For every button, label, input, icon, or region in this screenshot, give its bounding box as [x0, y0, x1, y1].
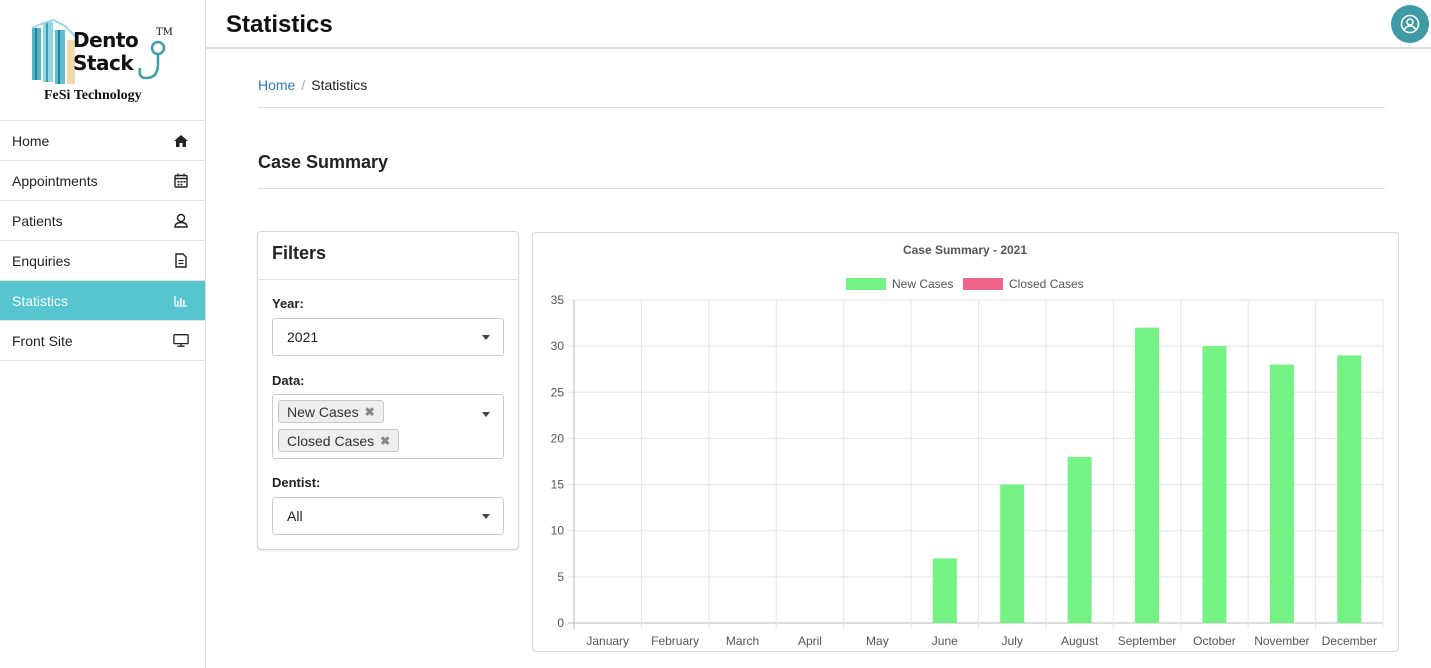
y-tick-label: 10: [551, 524, 565, 538]
sidebar-item-label: Home: [12, 132, 50, 149]
filters-title: Filters: [258, 232, 518, 280]
y-tick-label: 0: [557, 616, 564, 630]
remove-tag-icon[interactable]: ✖: [380, 434, 390, 448]
x-tick-label: July: [1002, 634, 1023, 648]
document-icon: [173, 253, 189, 269]
user-circle-icon: [1400, 14, 1420, 34]
logo-subtitle: FeSi Technology: [44, 88, 142, 103]
case-summary-chart: Case Summary - 2021 New Cases Closed Cases…: [532, 232, 1399, 652]
chart-bar: [932, 558, 957, 623]
dentist-select[interactable]: All: [272, 497, 504, 535]
x-tick-label: March: [726, 634, 759, 648]
year-select-value: 2021: [287, 329, 319, 345]
bar-chart-icon: [173, 293, 189, 309]
sidebar-item-patients[interactable]: Patients: [0, 201, 205, 241]
sidebar-item-appointments[interactable]: Appointments: [0, 161, 205, 201]
chevron-down-icon: [482, 412, 490, 417]
breadcrumb-home-link[interactable]: Home: [258, 77, 295, 93]
top-header: Statistics: [206, 0, 1431, 49]
breadcrumb-separator: /: [301, 77, 306, 93]
chevron-down-icon: [482, 514, 490, 519]
y-tick-label: 5: [557, 570, 564, 584]
data-tag-label: New Cases: [287, 403, 359, 420]
data-tag-label: Closed Cases: [287, 432, 375, 449]
logo-books-icon: [31, 18, 76, 84]
x-tick-label: November: [1254, 634, 1309, 648]
sidebar-item-label: Enquiries: [12, 252, 71, 269]
sidebar-item-enquiries[interactable]: Enquiries: [0, 241, 205, 281]
x-tick-label: December: [1322, 634, 1377, 648]
x-tick-label: February: [651, 634, 699, 648]
year-label: Year:: [272, 296, 304, 311]
section-title: Case Summary: [258, 152, 389, 172]
monitor-icon: [173, 333, 189, 349]
chevron-down-icon: [482, 335, 490, 340]
chart-bar: [1067, 456, 1092, 623]
breadcrumb: Home / Statistics: [258, 77, 367, 93]
dentist-select-value: All: [287, 508, 303, 524]
chart-bar: [1135, 327, 1160, 623]
filters-panel: Filters Year: 2021 Data: New Cases ✖ Clo…: [257, 231, 519, 550]
legend-swatch: [846, 278, 886, 290]
chart-title: Case Summary - 2021: [903, 243, 1027, 257]
data-tag-closed-cases: Closed Cases ✖: [278, 429, 400, 452]
y-tick-label: 30: [551, 339, 565, 353]
y-tick-label: 15: [551, 478, 565, 492]
chart-bar: [1269, 364, 1294, 623]
chart-bar: [1337, 355, 1362, 623]
x-tick-label: August: [1061, 634, 1099, 648]
calendar-icon: [173, 173, 189, 189]
data-tag-new-cases: New Cases ✖: [278, 400, 384, 423]
x-tick-label: October: [1193, 634, 1236, 648]
dentist-label: Dentist:: [272, 475, 321, 490]
chart-bar: [1202, 346, 1227, 623]
x-tick-label: May: [866, 634, 889, 648]
sidebar-nav: Home Appointments Patients Enquiries Sta…: [0, 121, 205, 361]
breadcrumb-current: Statistics: [311, 77, 368, 93]
sidebar: Dento Stack TM FeSi Technology Home Appo…: [0, 0, 206, 668]
chart-canvas: Case Summary - 2021 New Cases Closed Cases…: [551, 243, 1384, 648]
chart-bar: [1000, 484, 1025, 623]
logo-text-stack: Stack: [73, 51, 134, 75]
sidebar-item-label: Statistics: [12, 292, 69, 309]
x-tick-label: June: [932, 634, 958, 648]
sidebar-item-label: Patients: [12, 212, 63, 229]
user-avatar-button[interactable]: [1391, 5, 1429, 43]
stethoscope-icon: [138, 40, 166, 80]
page-title: Statistics: [226, 11, 333, 38]
sidebar-item-label: Appointments: [12, 172, 98, 189]
legend-swatch: [963, 278, 1003, 290]
logo[interactable]: Dento Stack TM FeSi Technology: [0, 0, 205, 121]
sidebar-item-label: Front Site: [12, 332, 73, 349]
divider: [258, 107, 1385, 108]
y-tick-label: 35: [551, 293, 565, 307]
sidebar-item-home[interactable]: Home: [0, 121, 205, 161]
x-tick-label: April: [798, 634, 822, 648]
logo-trademark: TM: [156, 27, 173, 38]
home-icon: [173, 133, 189, 149]
legend-label: New Cases: [892, 277, 953, 291]
x-tick-label: January: [586, 634, 629, 648]
year-select[interactable]: 2021: [272, 318, 504, 356]
sidebar-item-front-site[interactable]: Front Site: [0, 321, 205, 361]
legend-label: Closed Cases: [1009, 277, 1084, 291]
x-tick-label: September: [1118, 634, 1177, 648]
data-label: Data:: [272, 373, 305, 388]
logo-text-dento: Dento: [73, 28, 139, 52]
remove-tag-icon[interactable]: ✖: [365, 405, 375, 419]
y-tick-label: 25: [551, 385, 565, 399]
y-tick-label: 20: [551, 431, 565, 445]
sidebar-item-statistics[interactable]: Statistics: [0, 281, 205, 321]
divider: [258, 188, 1385, 189]
data-multiselect[interactable]: New Cases ✖ Closed Cases ✖: [272, 394, 504, 459]
user-icon: [173, 213, 189, 229]
